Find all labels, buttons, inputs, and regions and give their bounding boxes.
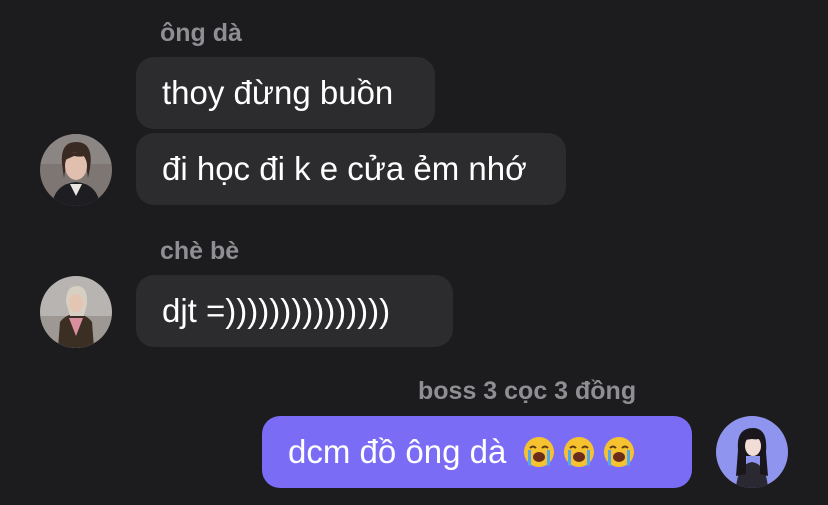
sender-name: chè bè <box>160 237 240 265</box>
loudly-crying-face-icon <box>602 435 636 469</box>
sender-name: boss 3 cọc 3 đồng <box>418 377 637 405</box>
message-text: djt =))))))))))))))) <box>162 292 391 329</box>
message-text: dcm đồ ông dà <box>288 433 507 470</box>
avatar[interactable] <box>716 416 788 488</box>
loudly-crying-face-icon <box>522 435 556 469</box>
avatar[interactable] <box>40 276 112 348</box>
message-bubble[interactable]: djt =))))))))))))))) <box>136 275 453 347</box>
message-bubble[interactable]: dcm đồ ông dà <box>262 416 692 488</box>
sender-name: ông dà <box>160 19 242 47</box>
message-text: thoy đừng buồn <box>162 74 394 111</box>
message-bubble[interactable]: thoy đừng buồn <box>136 57 435 129</box>
loudly-crying-face-icon <box>562 435 596 469</box>
message-text: đi học đi k e cửa ẻm nhớ <box>162 150 527 187</box>
message-bubble[interactable]: đi học đi k e cửa ẻm nhớ <box>136 133 566 205</box>
avatar[interactable] <box>40 134 112 206</box>
